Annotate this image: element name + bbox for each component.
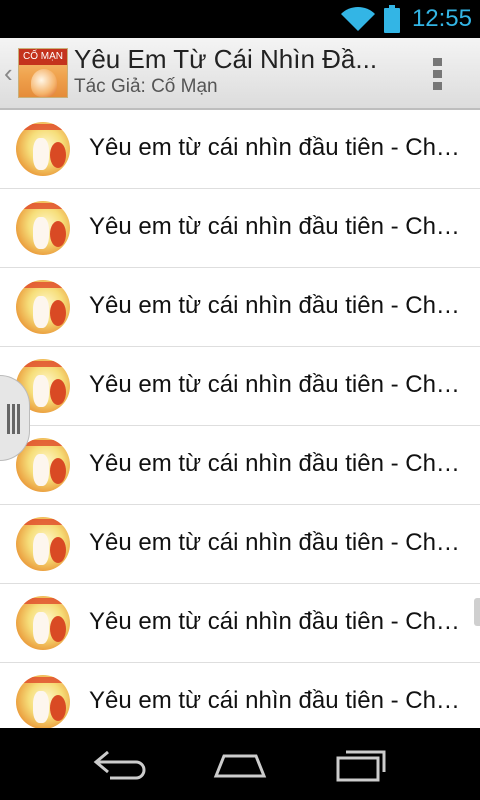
chapter-label: Yêu em từ cái nhìn đầu tiên - Chươ... — [89, 450, 471, 477]
chapter-label: Yêu em từ cái nhìn đầu tiên - Chươ... — [89, 292, 471, 319]
chapter-label: Yêu em từ cái nhìn đầu tiên - Chươ... — [89, 529, 471, 556]
up-chevron-icon[interactable]: ‹ — [4, 58, 13, 88]
chapter-label: Yêu em từ cái nhìn đầu tiên - Chươ... — [89, 134, 471, 161]
home-icon[interactable] — [208, 742, 272, 786]
navigation-bar — [0, 728, 480, 800]
chapter-thumbnail — [16, 122, 70, 176]
book-cover-text: CỐ MẠN — [19, 49, 67, 65]
action-bar: ‹ CỐ MẠN Yêu Em Từ Cái Nhìn Đầ... Tác Gi… — [0, 38, 480, 110]
chapter-thumbnail — [16, 280, 70, 334]
list-item[interactable]: Yêu em từ cái nhìn đầu tiên - Chươ... — [0, 505, 480, 584]
list-item[interactable]: Yêu em từ cái nhìn đầu tiên - Chươ... — [0, 663, 480, 728]
overflow-menu-icon[interactable] — [424, 54, 452, 94]
list-item[interactable]: Yêu em từ cái nhìn đầu tiên - Chươ... — [0, 426, 480, 505]
chapter-label: Yêu em từ cái nhìn đầu tiên - Chươ... — [89, 687, 471, 714]
status-time: 12:55 — [411, 5, 472, 32]
chapter-list: Yêu em từ cái nhìn đầu tiên - Chươ... Yê… — [0, 110, 480, 728]
status-bar: 12:55 — [0, 0, 480, 38]
book-cover-figure — [31, 69, 57, 97]
list-item[interactable]: Yêu em từ cái nhìn đầu tiên - Chươ... — [0, 268, 480, 347]
chapter-label: Yêu em từ cái nhìn đầu tiên - Chươ... — [89, 213, 471, 240]
battery-icon — [384, 5, 400, 33]
back-icon[interactable] — [88, 742, 152, 786]
author-subtitle: Tác Giả: Cố Mạn — [74, 76, 218, 97]
chapter-thumbnail — [16, 596, 70, 650]
list-item[interactable]: Yêu em từ cái nhìn đầu tiên - Chươ... — [0, 584, 480, 663]
scroll-handle[interactable] — [474, 598, 480, 626]
page-title: Yêu Em Từ Cái Nhìn Đầ... — [74, 44, 378, 74]
recent-apps-icon[interactable] — [328, 742, 392, 786]
wifi-icon — [341, 6, 375, 31]
list-item[interactable]: Yêu em từ cái nhìn đầu tiên - Chươ... — [0, 347, 480, 426]
chapter-label: Yêu em từ cái nhìn đầu tiên - Chươ... — [89, 608, 471, 635]
list-item[interactable]: Yêu em từ cái nhìn đầu tiên - Chươ... — [0, 110, 480, 189]
chapter-thumbnail — [16, 675, 70, 728]
chapter-thumbnail — [16, 201, 70, 255]
list-item[interactable]: Yêu em từ cái nhìn đầu tiên - Chươ... — [0, 189, 480, 268]
chapter-thumbnail — [16, 517, 70, 571]
book-cover-icon[interactable]: CỐ MẠN — [18, 48, 68, 98]
chapter-label: Yêu em từ cái nhìn đầu tiên - Chươ... — [89, 371, 471, 398]
